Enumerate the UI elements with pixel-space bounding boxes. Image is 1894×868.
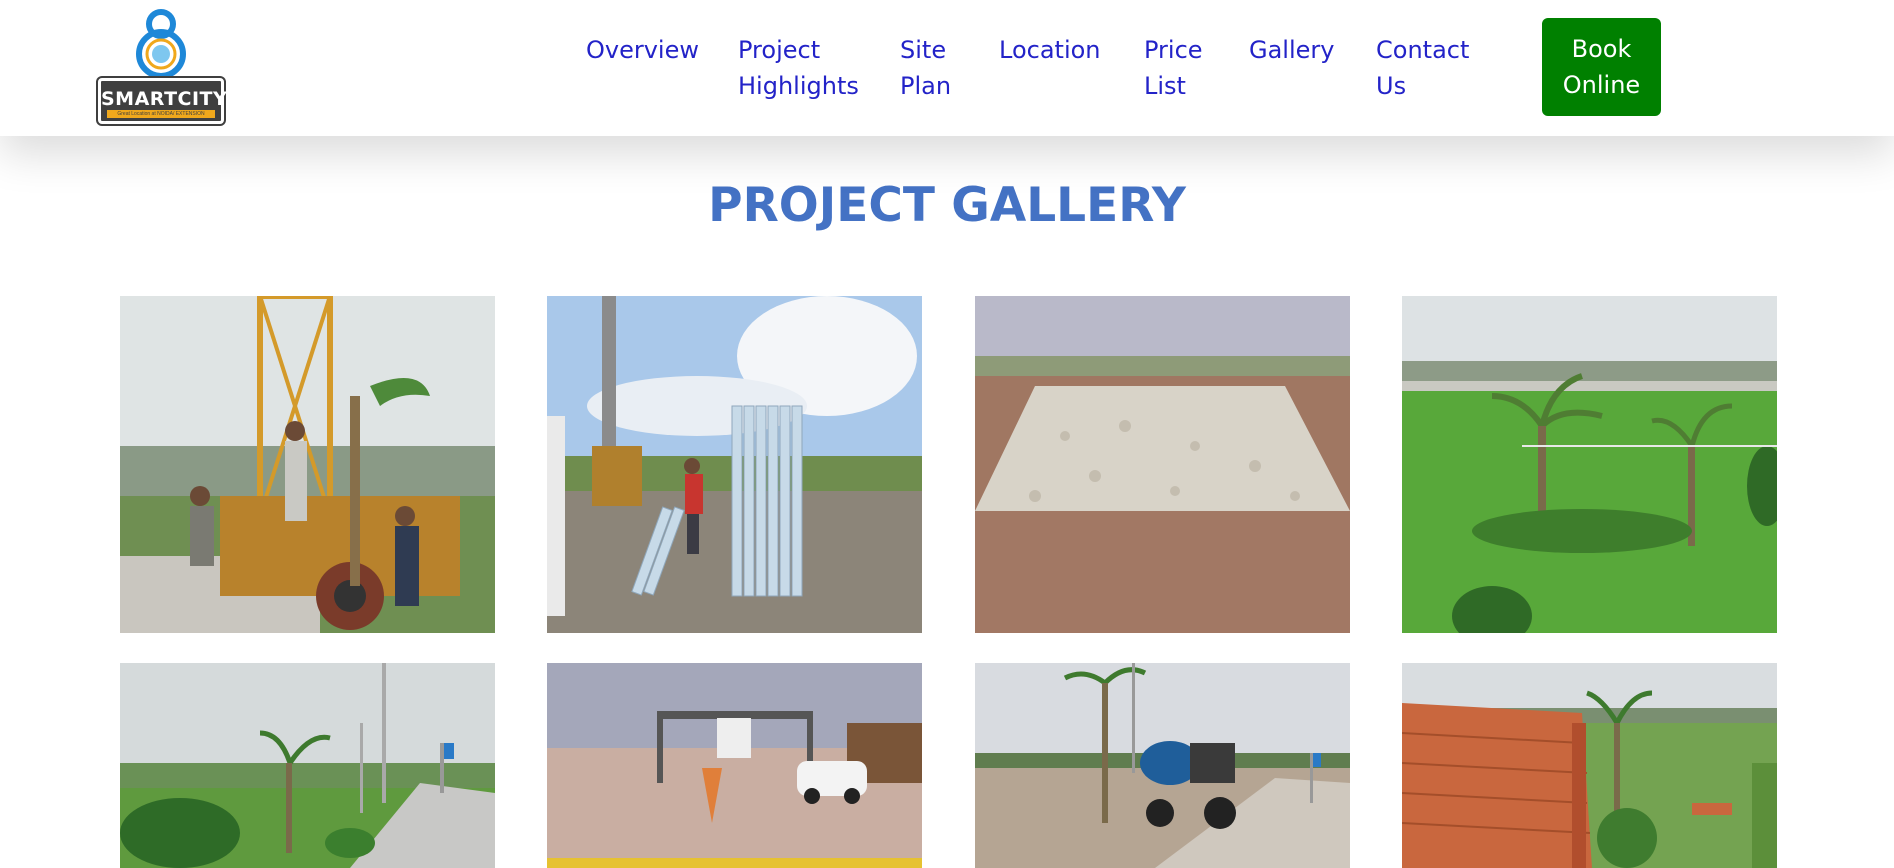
book-online-line2: Online [1562,71,1641,99]
gallery-image-3[interactable] [975,296,1350,633]
nav-gallery[interactable]: Gallery [1249,32,1334,68]
nav-contact-us-line1: Contact [1376,36,1470,64]
nav-location[interactable]: Location [999,32,1101,68]
gallery-title: PROJECT GALLERY [708,178,1186,233]
gallery-image-7[interactable] [975,663,1350,868]
gravel-road-bed-icon [975,296,1350,633]
nav-project-highlights-line2: Highlights [738,72,859,100]
gallery-image-6[interactable] [547,663,922,868]
nav-site-plan-line2: Plan [900,72,952,100]
water-tanker-tractor-icon [975,663,1350,868]
borewell-drilling-rig-icon [120,296,495,633]
tree-lined-pathway-icon [120,663,495,868]
nav-price-list-line2: List [1144,72,1186,100]
gallery-image-2[interactable] [547,296,922,633]
gallery-image-4[interactable] [1402,296,1777,633]
book-online-button[interactable]: Book Online [1542,18,1661,116]
book-online-line1: Book [1571,35,1632,63]
nav-site-plan[interactable]: Site Plan [900,32,951,104]
nav-price-list-line1: Price [1144,36,1203,64]
nav-site-plan-line1: Site [900,36,947,64]
gallery-image-8[interactable] [1402,663,1777,868]
nav-project-highlights-line1: Project [738,36,821,64]
nav-contact-us[interactable]: Contact Us [1376,32,1469,104]
nav-location-label: Location [999,36,1101,64]
nav-overview[interactable]: Overview [586,32,699,68]
gallery-image-5[interactable] [120,663,495,868]
nav-price-list[interactable]: Price List [1144,32,1203,104]
nav-contact-us-line2: Us [1376,72,1407,100]
brick-stacks-and-wall-icon [1402,663,1777,868]
site-header: SMARTCITY Great Location at NOIDA/ EXTEN… [0,0,1894,136]
nav-gallery-label: Gallery [1249,36,1335,64]
landscaped-green-lawn-icon [1402,296,1777,633]
nav-overview-label: Overview [586,36,699,64]
nav-project-highlights[interactable]: Project Highlights [738,32,859,104]
pvc-pipes-and-rig-icon [547,296,922,633]
entrance-gate-with-car-icon [547,663,922,868]
gallery-image-1[interactable] [120,296,495,633]
